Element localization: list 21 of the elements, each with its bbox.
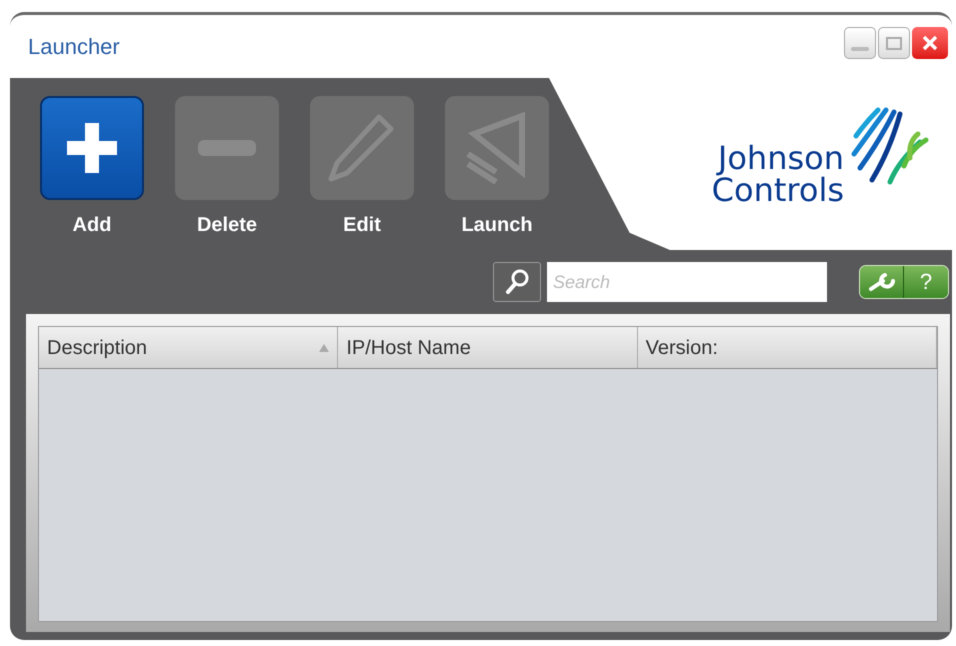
toolbar-label: Edit bbox=[343, 213, 381, 238]
minus-icon bbox=[198, 140, 256, 156]
close-button[interactable] bbox=[912, 27, 948, 59]
settings-button[interactable] bbox=[860, 266, 904, 298]
wrench-icon bbox=[868, 271, 894, 293]
search-button[interactable] bbox=[493, 262, 541, 302]
column-header[interactable]: IP/Host Name bbox=[338, 327, 638, 368]
column-header[interactable]: Version: bbox=[638, 327, 937, 368]
search-icon bbox=[505, 269, 529, 295]
maximize-button[interactable] bbox=[878, 27, 910, 59]
toolbar-label: Delete bbox=[196, 213, 258, 238]
search-field[interactable]: Search bbox=[547, 262, 827, 302]
toolbar-label: Add bbox=[72, 213, 112, 238]
logo-text: Controls bbox=[712, 174, 844, 206]
window-title: Launcher bbox=[28, 33, 120, 61]
close-icon bbox=[922, 35, 938, 51]
logo-text: Johnson bbox=[718, 142, 844, 174]
column-header[interactable]: Description bbox=[39, 327, 338, 368]
minimize-button[interactable] bbox=[844, 27, 876, 59]
toolbar-label: Launch bbox=[461, 213, 533, 238]
toolbar-button[interactable] bbox=[40, 96, 144, 200]
